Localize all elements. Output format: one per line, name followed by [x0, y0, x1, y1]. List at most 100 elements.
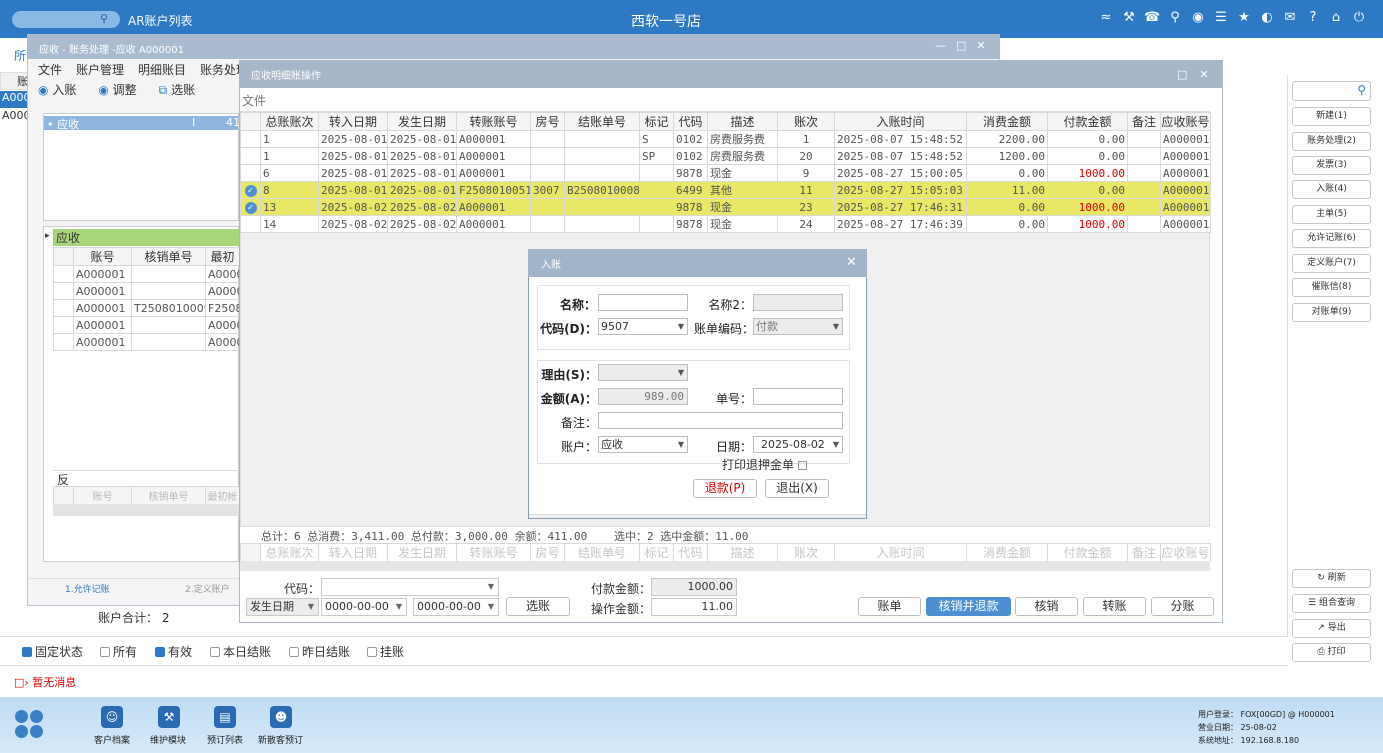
- menu-icon[interactable]: ☰: [1213, 10, 1229, 26]
- tree-item-receivable[interactable]: • 应收 I 41: [44, 116, 240, 131]
- select-account-button[interactable]: 选账: [506, 597, 570, 616]
- palette-icon[interactable]: ◉: [1190, 10, 1206, 26]
- right-button-4[interactable]: 主单(5): [1292, 205, 1371, 224]
- table-row[interactable]: A000001A0000: [53, 282, 240, 300]
- code-select[interactable]: 9507 ▼: [598, 318, 688, 335]
- table-row[interactable]: ✓ 8 2025-08-01 2025-08-01 F2508010051 3007 B25…: [240, 181, 1211, 199]
- right-button-1[interactable]: 账务处理(2): [1292, 132, 1371, 151]
- launcher-icon[interactable]: [15, 710, 43, 738]
- right-button-0[interactable]: 新建(1): [1292, 107, 1371, 126]
- acct-code-select[interactable]: 付款 ▼: [753, 318, 843, 335]
- refund-button[interactable]: 退款(P): [693, 479, 757, 498]
- new-walkin-icon[interactable]: ☻: [270, 706, 292, 728]
- tools-icon[interactable]: ⚒: [1121, 10, 1137, 26]
- menu-file[interactable]: 文件: [38, 61, 62, 78]
- home-icon[interactable]: ⌂: [1328, 10, 1344, 26]
- expand-icon[interactable]: ▸: [45, 231, 50, 241]
- menu-file[interactable]: 文件: [242, 92, 266, 109]
- right-button-6[interactable]: 定义账户(7): [1292, 254, 1371, 273]
- print-deposit-checkbox[interactable]: 打印退押金单: [722, 456, 807, 473]
- right-button-5[interactable]: 允许记账(6): [1292, 229, 1371, 248]
- date-from-select[interactable]: 0000-00-00 ▼: [321, 598, 407, 616]
- code-select[interactable]: ▼: [321, 578, 499, 596]
- wifi-icon[interactable]: ≈: [1098, 10, 1114, 26]
- date-to-select[interactable]: 0000-00-00 ▼: [413, 598, 499, 616]
- table-row[interactable]: A000001 T2508010009 F2508: [53, 299, 240, 317]
- name-input[interactable]: [598, 294, 688, 311]
- app-customer-profile[interactable]: 客户档案: [94, 733, 130, 746]
- menu-account-manage[interactable]: 账户管理: [76, 61, 124, 78]
- close-icon[interactable]: ✕: [846, 255, 857, 270]
- account-select[interactable]: 应收 ▼: [598, 436, 688, 453]
- window2-controls[interactable]: □✕: [1177, 68, 1221, 81]
- select-button[interactable]: ⧉ 选账: [159, 81, 195, 98]
- search-icon[interactable]: ⚲: [1357, 83, 1366, 97]
- app-new-walkin[interactable]: 新散客预订: [258, 733, 303, 746]
- filter-checkbox-3[interactable]: 本日结账: [210, 643, 271, 660]
- right-button-3[interactable]: 入账(4): [1292, 180, 1371, 199]
- maintenance-icon[interactable]: ⚒: [158, 706, 180, 728]
- date-type-select[interactable]: 发生日期 ▼: [246, 598, 319, 616]
- filter-checkbox-2[interactable]: 有效: [155, 643, 192, 660]
- contrast-icon[interactable]: ◐: [1259, 10, 1275, 26]
- filter-checkbox-1[interactable]: 所有: [100, 643, 137, 660]
- table-row[interactable]: A000001A0000: [53, 333, 240, 351]
- table-row[interactable]: ✓ 13 2025-08-02 2025-08-02 A000001 9878 现金 23 20…: [240, 198, 1211, 216]
- right-search-input[interactable]: ⚲: [1292, 81, 1371, 101]
- right-bottom-button-3[interactable]: ⎙ 打印: [1292, 643, 1371, 662]
- app-reservation-list[interactable]: 预订列表: [207, 733, 243, 746]
- top-search-input[interactable]: ⚲: [12, 11, 120, 28]
- table-row[interactable]: A000001A0000: [53, 316, 240, 334]
- bill-button[interactable]: 账单: [858, 597, 921, 616]
- table-row[interactable]: A000001A0000: [53, 265, 240, 283]
- app-maintenance[interactable]: 维护模块: [150, 733, 186, 746]
- remark-input[interactable]: [598, 412, 843, 429]
- transfer-button[interactable]: 转账: [1083, 597, 1146, 616]
- right-button-7[interactable]: 催账信(8): [1292, 278, 1371, 297]
- filter-checkbox-0[interactable]: 固定状态: [22, 643, 83, 660]
- left-list-row[interactable]: A000: [0, 91, 31, 108]
- table-row[interactable]: 1 2025-08-01 2025-08-01 A000001 S 0102 房费服务费 1 2…: [240, 130, 1211, 148]
- search-icon[interactable]: ⚲: [100, 12, 108, 25]
- right-bottom-button-1[interactable]: ☰ 组合查询: [1292, 594, 1371, 613]
- split-button[interactable]: 分账: [1151, 597, 1214, 616]
- tab-allow-posting[interactable]: 1.允许记账: [65, 582, 110, 595]
- customer-profile-icon[interactable]: ☺: [101, 706, 123, 728]
- right-button-8[interactable]: 对账单(9): [1292, 303, 1371, 322]
- amount-input[interactable]: 989.00: [598, 388, 688, 405]
- date-select[interactable]: 2025-08-02 ▼: [753, 436, 843, 453]
- mail-icon[interactable]: ✉: [1282, 10, 1298, 26]
- adjust-button[interactable]: ◉ 调整: [98, 81, 136, 98]
- row-check[interactable]: [240, 164, 261, 182]
- row-check[interactable]: ✓: [240, 198, 261, 216]
- star-icon[interactable]: ★: [1236, 10, 1252, 26]
- reservation-list-icon[interactable]: ▤: [214, 706, 236, 728]
- row-check[interactable]: [240, 215, 261, 233]
- right-bottom-button-0[interactable]: ↻ 刷新: [1292, 569, 1371, 588]
- row-check[interactable]: [240, 130, 261, 148]
- filter-checkbox-5[interactable]: 挂账: [367, 643, 404, 660]
- table-row[interactable]: 1 2025-08-01 2025-08-01 A000001 SP 0102 房费服务费 2…: [240, 147, 1211, 165]
- exit-button[interactable]: 退出(X): [765, 479, 829, 498]
- power-icon[interactable]: ⏻: [1351, 10, 1367, 26]
- scrollbar[interactable]: [53, 504, 239, 516]
- name2-input[interactable]: [753, 294, 843, 311]
- writeoff-refund-button[interactable]: 核销并退款: [926, 597, 1011, 616]
- help-icon[interactable]: ?: [1305, 10, 1321, 26]
- table-row[interactable]: 6 2025-08-01 2025-08-01 A000001 9878 现金 9 2025-…: [240, 164, 1211, 182]
- tab-all[interactable]: 所: [14, 47, 26, 64]
- table-row[interactable]: 14 2025-08-02 2025-08-02 A000001 9878 现金 24 202…: [240, 215, 1211, 233]
- search-user-icon[interactable]: ⚲: [1167, 10, 1183, 26]
- reason-select[interactable]: ▼: [598, 364, 688, 381]
- menu-detail-items[interactable]: 明细账目: [138, 61, 186, 78]
- post-button[interactable]: ◉ 入账: [38, 81, 76, 98]
- phone-icon[interactable]: ☎: [1144, 10, 1160, 26]
- right-button-2[interactable]: 发票(3): [1292, 156, 1371, 175]
- left-list-row[interactable]: A000: [0, 109, 31, 126]
- scrollbar[interactable]: [240, 561, 1210, 571]
- filter-checkbox-4[interactable]: 昨日结账: [289, 643, 350, 660]
- row-check[interactable]: ✓: [240, 181, 261, 199]
- tab-define-account[interactable]: 2.定义账户: [185, 582, 230, 595]
- writeoff-button[interactable]: 核销: [1015, 597, 1078, 616]
- bill-no-input[interactable]: [753, 388, 843, 405]
